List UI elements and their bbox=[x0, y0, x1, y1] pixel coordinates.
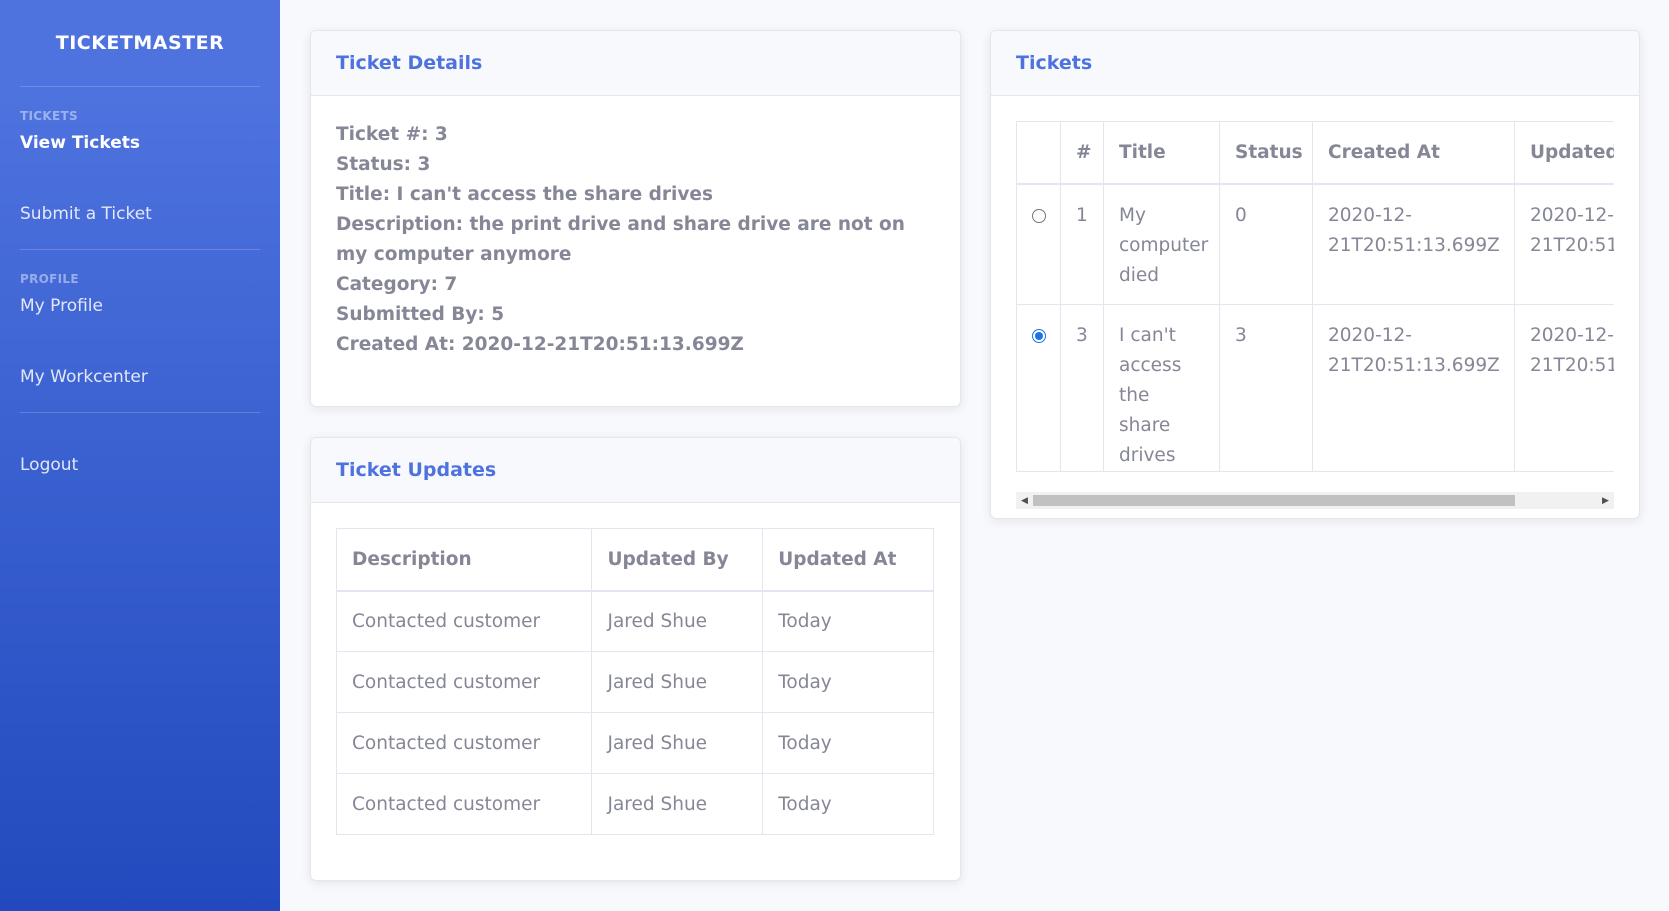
cell-title: I can't access the share drives bbox=[1103, 304, 1220, 472]
cell-status: 3 bbox=[1219, 304, 1313, 472]
cell-title: My computer died bbox=[1103, 183, 1220, 305]
cell-updated-at: Today bbox=[762, 712, 934, 774]
ticket-radio-selected[interactable] bbox=[1032, 329, 1046, 343]
sidebar-item-logout[interactable]: Logout bbox=[0, 413, 280, 517]
cell-updated: 2020-12-21T20:51 bbox=[1514, 304, 1614, 472]
sidebar-item-my-profile[interactable]: My Profile bbox=[0, 298, 280, 342]
detail-description: Description: the print drive and share d… bbox=[336, 214, 905, 265]
tickets-card: Tickets # Title Status Created At Update… bbox=[990, 30, 1640, 519]
col-header-status: Status bbox=[1219, 121, 1313, 185]
col-header-created-at: Created At bbox=[1312, 121, 1515, 185]
tickets-scroll-area[interactable]: # Title Status Created At Updated 1 My c… bbox=[1016, 121, 1614, 472]
sidebar-item-my-workcenter[interactable]: My Workcenter bbox=[0, 342, 280, 412]
sidebar-divider bbox=[20, 86, 260, 87]
col-header-description: Description bbox=[335, 528, 593, 592]
ticket-updates-body: Description Updated By Updated At Contac… bbox=[311, 503, 960, 860]
detail-created-at: Created At: 2020-12-21T20:51:13.699Z bbox=[336, 334, 744, 355]
sidebar-item-view-tickets[interactable]: View Tickets bbox=[0, 135, 280, 179]
cell-select[interactable] bbox=[1016, 304, 1061, 472]
col-header-updated-at: Updated At bbox=[762, 528, 934, 592]
brand-logo[interactable]: TICKETMASTER bbox=[0, 0, 280, 86]
ticket-radio[interactable] bbox=[1032, 208, 1046, 223]
horizontal-scrollbar[interactable]: ◀ ▶ bbox=[1016, 492, 1614, 509]
ticket-updates-card: Ticket Updates Description Updated By Up… bbox=[310, 437, 961, 881]
detail-submitted-by: Submitted By: 5 bbox=[336, 304, 505, 325]
sidebar-item-submit-ticket[interactable]: Submit a Ticket bbox=[0, 179, 280, 249]
col-header-select bbox=[1016, 121, 1061, 185]
cell-updated-at: Today bbox=[762, 651, 934, 713]
tickets-table: # Title Status Created At Updated 1 My c… bbox=[1016, 121, 1614, 472]
scrollbar-thumb[interactable] bbox=[1033, 495, 1515, 506]
detail-status: Status: 3 bbox=[336, 154, 431, 175]
cell-description: Contacted customer bbox=[335, 590, 593, 652]
ticket-updates-title: Ticket Updates bbox=[311, 438, 960, 503]
updates-header-row: Description Updated By Updated At bbox=[335, 528, 934, 592]
cell-updated-by: Jared Shue bbox=[591, 651, 764, 713]
cell-updated-at: Today bbox=[762, 773, 934, 835]
table-row: Contacted customer Jared Shue Today bbox=[335, 651, 934, 713]
tickets-body: # Title Status Created At Updated 1 My c… bbox=[991, 96, 1639, 518]
cell-description: Contacted customer bbox=[335, 712, 593, 774]
detail-title: Title: I can't access the share drives bbox=[336, 184, 713, 205]
ticket-details-body: Ticket #: 3 Status: 3 Title: I can't acc… bbox=[311, 96, 960, 385]
sidebar-heading-tickets: TICKETS bbox=[20, 109, 78, 123]
detail-ticket-number: Ticket #: 3 bbox=[336, 124, 448, 145]
cell-created-at: 2020-12-21T20:51:13.699Z bbox=[1312, 304, 1515, 472]
cell-updated-by: Jared Shue bbox=[591, 712, 764, 774]
updates-table: Description Updated By Updated At Contac… bbox=[335, 528, 934, 835]
cell-updated-by: Jared Shue bbox=[591, 590, 764, 652]
cell-created-at: 2020-12-21T20:51:13.699Z bbox=[1312, 183, 1515, 305]
sidebar-heading-profile: PROFILE bbox=[20, 272, 79, 286]
ticket-details-card: Ticket Details Ticket #: 3 Status: 3 Tit… bbox=[310, 30, 961, 407]
col-header-updated-by: Updated By bbox=[591, 528, 764, 592]
cell-updated-by: Jared Shue bbox=[591, 773, 764, 835]
table-row[interactable]: 3 I can't access the share drives 3 2020… bbox=[1016, 304, 1614, 472]
cell-description: Contacted customer bbox=[335, 651, 593, 713]
cell-updated-at: Today bbox=[762, 590, 934, 652]
table-row[interactable]: 1 My computer died 0 2020-12-21T20:51:13… bbox=[1016, 183, 1614, 305]
scroll-left-arrow-icon[interactable]: ◀ bbox=[1016, 492, 1033, 509]
tickets-title: Tickets bbox=[991, 31, 1639, 96]
cell-id: 3 bbox=[1060, 304, 1104, 472]
table-row: Contacted customer Jared Shue Today bbox=[335, 712, 934, 774]
table-row: Contacted customer Jared Shue Today bbox=[335, 773, 934, 835]
table-row: Contacted customer Jared Shue Today bbox=[335, 590, 934, 652]
tickets-header-row: # Title Status Created At Updated bbox=[1016, 121, 1614, 185]
col-header-id: # bbox=[1060, 121, 1104, 185]
cell-id: 1 bbox=[1060, 183, 1104, 305]
cell-description: Contacted customer bbox=[335, 773, 593, 835]
sidebar: TICKETMASTER TICKETS View Tickets Submit… bbox=[0, 0, 280, 911]
col-header-title: Title bbox=[1103, 121, 1220, 185]
scroll-right-arrow-icon[interactable]: ▶ bbox=[1597, 492, 1614, 509]
cell-status: 0 bbox=[1219, 183, 1313, 305]
cell-select[interactable] bbox=[1016, 183, 1061, 305]
ticket-details-title: Ticket Details bbox=[311, 31, 960, 96]
detail-category: Category: 7 bbox=[336, 274, 458, 295]
sidebar-divider bbox=[20, 249, 260, 250]
col-header-updated: Updated bbox=[1514, 121, 1614, 185]
cell-updated: 2020-12-21T20:51 bbox=[1514, 183, 1614, 305]
